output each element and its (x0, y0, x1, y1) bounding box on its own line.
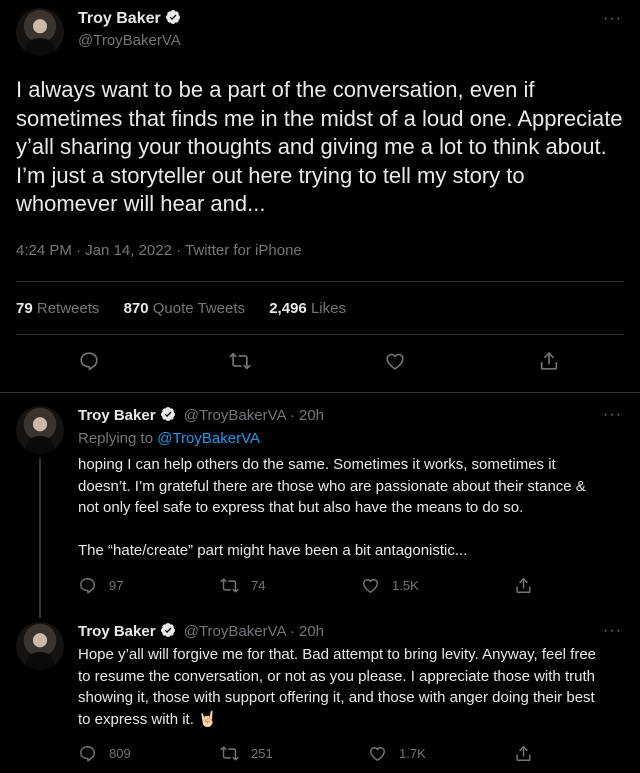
reply-header: Troy Baker @TroyBakerVA · 20h (78, 407, 325, 424)
retweets-label: Retweets (36, 300, 100, 317)
author-name-text[interactable]: Troy Baker (78, 10, 161, 27)
like-icon (363, 579, 378, 593)
divider (0, 392, 640, 393)
reply-tweet[interactable]: Troy Baker @TroyBakerVA · 20h ··· Hope y… (0, 618, 640, 773)
author-name[interactable]: Troy Baker (78, 407, 156, 424)
like-count: 1.7K (399, 746, 426, 761)
like-button[interactable]: 1.5K (361, 576, 419, 595)
retweet-count: 74 (251, 578, 266, 593)
author-name[interactable]: Troy Baker (78, 623, 156, 640)
quote-tweets-label: Quote Tweets (152, 300, 246, 317)
retweets-count: 79 (16, 300, 33, 317)
tweet-age[interactable]: 20h (299, 623, 324, 640)
like-count: 1.5K (392, 578, 419, 593)
tweet-stats: 79 Retweets 870 Quote Tweets 2,496 Likes (16, 300, 366, 317)
like-icon (370, 747, 385, 761)
retweet-button[interactable]: 74 (220, 576, 265, 595)
more-options-icon[interactable]: ··· (603, 622, 622, 640)
quote-tweets-stat[interactable]: 870 Quote Tweets (124, 300, 245, 317)
avatar[interactable] (16, 406, 64, 454)
replying-prefix: Replying to (78, 430, 154, 447)
avatar[interactable] (16, 8, 64, 56)
retweet-icon (220, 578, 239, 593)
like-icon[interactable] (384, 350, 406, 377)
retweet-icon[interactable] (229, 350, 251, 377)
share-button[interactable] (514, 744, 533, 763)
share-icon (516, 746, 531, 761)
retweets-stat[interactable]: 79 Retweets (16, 300, 99, 317)
reply-text-continued: The “hate/create” part might have been a… (78, 542, 468, 559)
reply-text: Hope y’all will forgive me for that. Bad… (78, 646, 597, 728)
author-handle[interactable]: @TroyBakerVA (184, 407, 286, 424)
likes-stat[interactable]: 2,496 Likes (269, 300, 346, 317)
retweet-button[interactable]: 251 (220, 744, 273, 763)
divider (16, 281, 624, 282)
reply-count: 97 (109, 578, 124, 593)
reply-count: 809 (109, 746, 131, 761)
tweet-timestamp[interactable]: 4:24 PM · Jan 14, 2022 · Twitter for iPh… (16, 242, 302, 259)
likes-label: Likes (310, 300, 346, 317)
reply-tweet[interactable]: Troy Baker @TroyBakerVA · 20h ··· Replyi… (0, 402, 640, 618)
tweet-time[interactable]: 4:24 PM (16, 242, 72, 259)
reply-button[interactable]: 809 (78, 744, 131, 763)
share-icon[interactable] (538, 350, 560, 377)
avatar[interactable] (16, 622, 64, 670)
verified-badge-icon (165, 10, 180, 24)
more-options-icon[interactable]: ··· (603, 10, 622, 28)
like-button[interactable]: 1.7K (368, 744, 426, 763)
more-options-icon[interactable]: ··· (603, 406, 622, 424)
retweet-icon (220, 746, 239, 761)
author-handle[interactable]: @TroyBakerVA (78, 32, 181, 49)
tweet-source[interactable]: Twitter for iPhone (185, 242, 302, 259)
share-button[interactable] (514, 576, 533, 595)
verified-badge-icon (160, 407, 175, 421)
reply-button[interactable]: 97 (78, 576, 123, 595)
reply-header: Troy Baker @TroyBakerVA · 20h (78, 623, 325, 640)
reply-icon (80, 578, 95, 594)
divider (16, 334, 624, 335)
reply-text: hoping I can help others do the same. So… (78, 456, 586, 516)
tweet-age[interactable]: 20h (299, 407, 324, 424)
thread-line (39, 458, 41, 618)
tweet-text: I always want to be a part of the conver… (16, 77, 623, 216)
likes-count: 2,496 (269, 300, 307, 317)
author-handle[interactable]: @TroyBakerVA (184, 623, 286, 640)
reply-icon[interactable] (78, 350, 100, 377)
author-name[interactable]: Troy Baker (78, 9, 181, 28)
tweet-date[interactable]: Jan 14, 2022 (85, 242, 172, 259)
reply-icon (80, 746, 95, 762)
replying-to: Replying to @TroyBakerVA (78, 430, 260, 447)
main-tweet-actions (0, 350, 640, 376)
quote-tweets-count: 870 (123, 300, 149, 317)
share-icon (516, 578, 531, 593)
verified-badge-icon (160, 623, 175, 637)
retweet-count: 251 (251, 746, 273, 761)
replying-to-link[interactable]: @TroyBakerVA (157, 430, 260, 447)
